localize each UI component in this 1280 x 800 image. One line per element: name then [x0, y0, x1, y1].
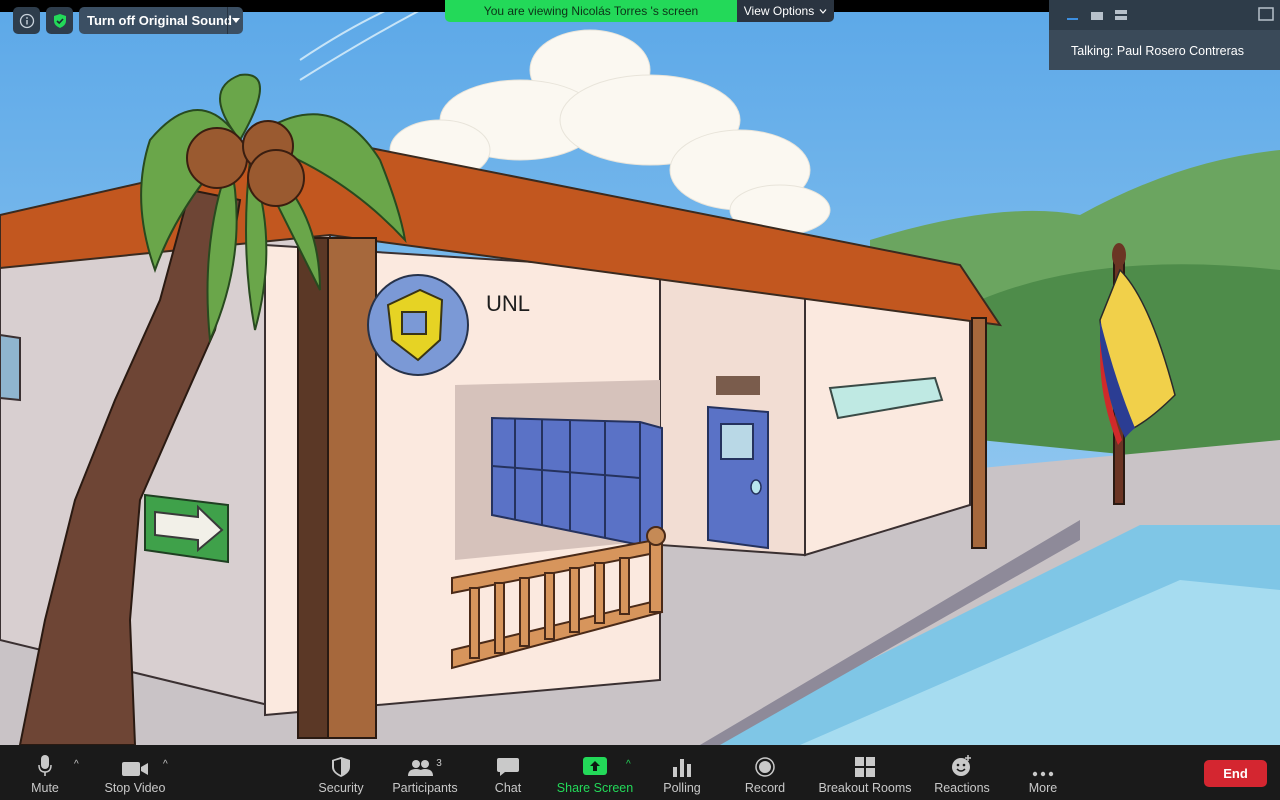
chat-button[interactable]: Chat: [489, 745, 527, 800]
reactions-label: Reactions: [934, 781, 990, 795]
share-screen-button[interactable]: Share Screen: [555, 745, 635, 800]
record-icon: [755, 757, 775, 777]
video-camera-icon: [122, 762, 148, 776]
share-screen-icon: [583, 757, 607, 775]
window-icon: [1258, 7, 1274, 21]
reactions-button[interactable]: Reactions: [932, 745, 992, 800]
view-stack-icon: [1115, 10, 1127, 14]
talking-indicator: Talking: Paul Rosero Contreras: [1071, 44, 1244, 58]
encryption-button[interactable]: [46, 7, 73, 34]
microphone-icon: [38, 755, 52, 776]
polling-label: Polling: [663, 781, 701, 795]
original-sound-button[interactable]: Turn off Original Sound: [79, 7, 243, 34]
chat-label: Chat: [494, 781, 522, 795]
video-options-caret[interactable]: ^: [163, 759, 168, 770]
breakout-rooms-button[interactable]: Breakout Rooms: [816, 745, 914, 800]
meeting-info-button[interactable]: [13, 7, 40, 34]
breakout-rooms-label: Breakout Rooms: [818, 781, 912, 795]
scene-illustration: UNL: [0, 0, 1280, 745]
breakout-rooms-icon: [855, 757, 875, 777]
share-screen-label: Share Screen: [556, 781, 634, 795]
active-speaker-panel: Talking: Paul Rosero Contreras: [1049, 0, 1280, 70]
participants-label: Participants: [392, 781, 458, 795]
mute-button[interactable]: Mute: [25, 745, 65, 800]
participants-button[interactable]: 3 Participants: [390, 745, 460, 800]
security-label: Security: [318, 781, 364, 795]
chat-bubble-icon: [497, 758, 519, 776]
shield-check-icon: [53, 13, 66, 28]
original-sound-dropdown[interactable]: [227, 7, 243, 34]
speaker-panel-toolbar: [1049, 0, 1280, 30]
stop-video-button[interactable]: Stop Video: [100, 745, 170, 800]
shield-icon: [332, 757, 350, 777]
chevron-down-icon: [819, 8, 827, 14]
record-label: Record: [744, 781, 786, 795]
polling-button[interactable]: Polling: [660, 745, 704, 800]
mute-label: Mute: [31, 781, 59, 795]
record-button[interactable]: Record: [740, 745, 790, 800]
share-options-caret[interactable]: ^: [626, 759, 631, 770]
audio-options-caret[interactable]: ^: [74, 759, 79, 770]
smiley-plus-icon: [952, 755, 971, 776]
view-single-icon: [1091, 12, 1103, 20]
building-sign: UNL: [486, 291, 530, 316]
stop-video-label: Stop Video: [104, 781, 166, 795]
caret-down-icon: [231, 18, 240, 23]
security-button[interactable]: Security: [314, 745, 368, 800]
original-sound-label: Turn off Original Sound: [87, 13, 232, 28]
more-button[interactable]: More: [1025, 745, 1061, 800]
end-meeting-button[interactable]: End: [1204, 760, 1267, 787]
meeting-toolbar: Mute ^ Stop Video ^ Security 3 Participa…: [0, 745, 1280, 800]
participants-count: 3: [436, 758, 442, 769]
more-label: More: [1028, 781, 1058, 795]
minimize-icon: [1067, 18, 1078, 20]
shared-screen-view: UNL: [0, 0, 1280, 745]
screen-share-banner: You are viewing Nicolás Torres 's screen…: [445, 0, 834, 22]
view-options-label: View Options: [743, 4, 815, 18]
share-banner-text: You are viewing Nicolás Torres 's screen: [445, 0, 737, 22]
view-options-button[interactable]: View Options: [737, 0, 834, 22]
more-dots-icon: [1032, 771, 1054, 777]
info-icon: [19, 13, 34, 28]
bar-chart-icon: [673, 759, 691, 777]
